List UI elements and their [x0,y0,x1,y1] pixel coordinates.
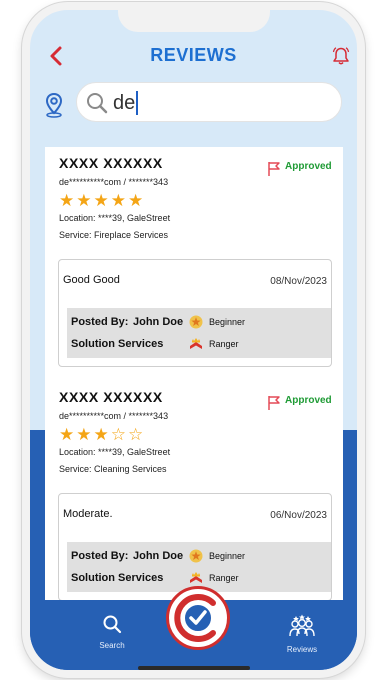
review-detail-box: Good Good 08/Nov/2023 Posted By: John Do… [58,259,332,367]
search-input[interactable]: de [113,91,139,115]
nav-reviews-label: Reviews [286,645,318,654]
posted-by-badge: Beginner [209,551,246,561]
stars-empty: ☆☆ [110,425,146,444]
stars-filled: ★★★ [59,425,111,444]
bell-icon[interactable] [331,46,351,66]
provider-name: Solution Services [71,338,164,350]
flag-icon[interactable] [267,161,281,177]
search-icon [87,93,108,114]
posted-info: Posted By: John Doe Beginner Solution Se… [67,308,331,358]
star-badge-icon [189,549,203,563]
nav-search[interactable]: Search [82,614,142,650]
reviews-group-icon [289,614,315,637]
posted-by-name: John Doe [133,316,184,328]
star-rating: ★★★☆☆ [59,425,145,445]
bottom-nav: Search Reviews [30,586,357,670]
review-service: Service: Cleaning Services [59,464,167,474]
search-field[interactable]: de [76,82,342,122]
page-title: REVIEWS [150,45,237,65]
posted-info: Posted By: John Doe Beginner Solution Se… [67,542,331,592]
checkmark-logo-icon [174,594,216,642]
flag-icon[interactable] [267,395,281,411]
review-comment: Good Good [63,274,120,286]
customer-name: XXXX XXXXXX [59,389,163,405]
posted-by-label: Posted By: [71,316,129,328]
posted-by-label: Posted By: [71,550,129,562]
ranger-badge-icon [190,338,202,349]
app-header: REVIEWS [30,40,357,70]
customer-name: XXXX XXXXXX [59,155,163,171]
review-list[interactable]: XXXX XXXXXX Approved de**********com / *… [45,147,343,600]
phone-notch [118,10,270,32]
ranger-badge-icon [190,572,202,583]
review-detail-box: Moderate. 06/Nov/2023 Posted By: John Do… [58,493,332,600]
review-location: Location: ****39, GaleStreet [59,213,171,223]
review-date: 06/Nov/2023 [270,510,327,521]
review-service: Service: Fireplace Services [59,230,169,240]
review-location: Location: ****39, GaleStreet [59,447,171,457]
nav-reviews[interactable]: Reviews [272,614,332,654]
review-card[interactable]: XXXX XXXXXX Approved de**********com / *… [45,381,343,600]
provider-badge: Ranger [209,339,239,349]
stars-filled: ★★★★★ [59,191,146,210]
home-logo-button[interactable] [166,586,230,650]
posted-by-badge: Beginner [209,317,246,327]
star-badge-icon [189,315,203,329]
customer-contact: de**********com / *******343 [59,177,169,187]
review-date: 08/Nov/2023 [270,276,327,287]
posted-by-name: John Doe [133,550,184,562]
customer-contact: de**********com / *******343 [59,411,169,421]
home-indicator [138,666,250,670]
star-rating: ★★★★★ [59,191,145,211]
review-comment: Moderate. [63,508,113,520]
phone-frame: REVIEWS de XXXX XXXXXX Approved de******… [22,2,365,678]
search-icon [103,615,122,634]
provider-badge: Ranger [209,573,239,583]
location-pin-icon[interactable] [42,92,66,118]
provider-name: Solution Services [71,572,164,584]
status-badge: Approved [285,161,332,172]
nav-search-label: Search [99,641,125,650]
status-badge: Approved [285,395,332,406]
review-card[interactable]: XXXX XXXXXX Approved de**********com / *… [45,147,343,377]
